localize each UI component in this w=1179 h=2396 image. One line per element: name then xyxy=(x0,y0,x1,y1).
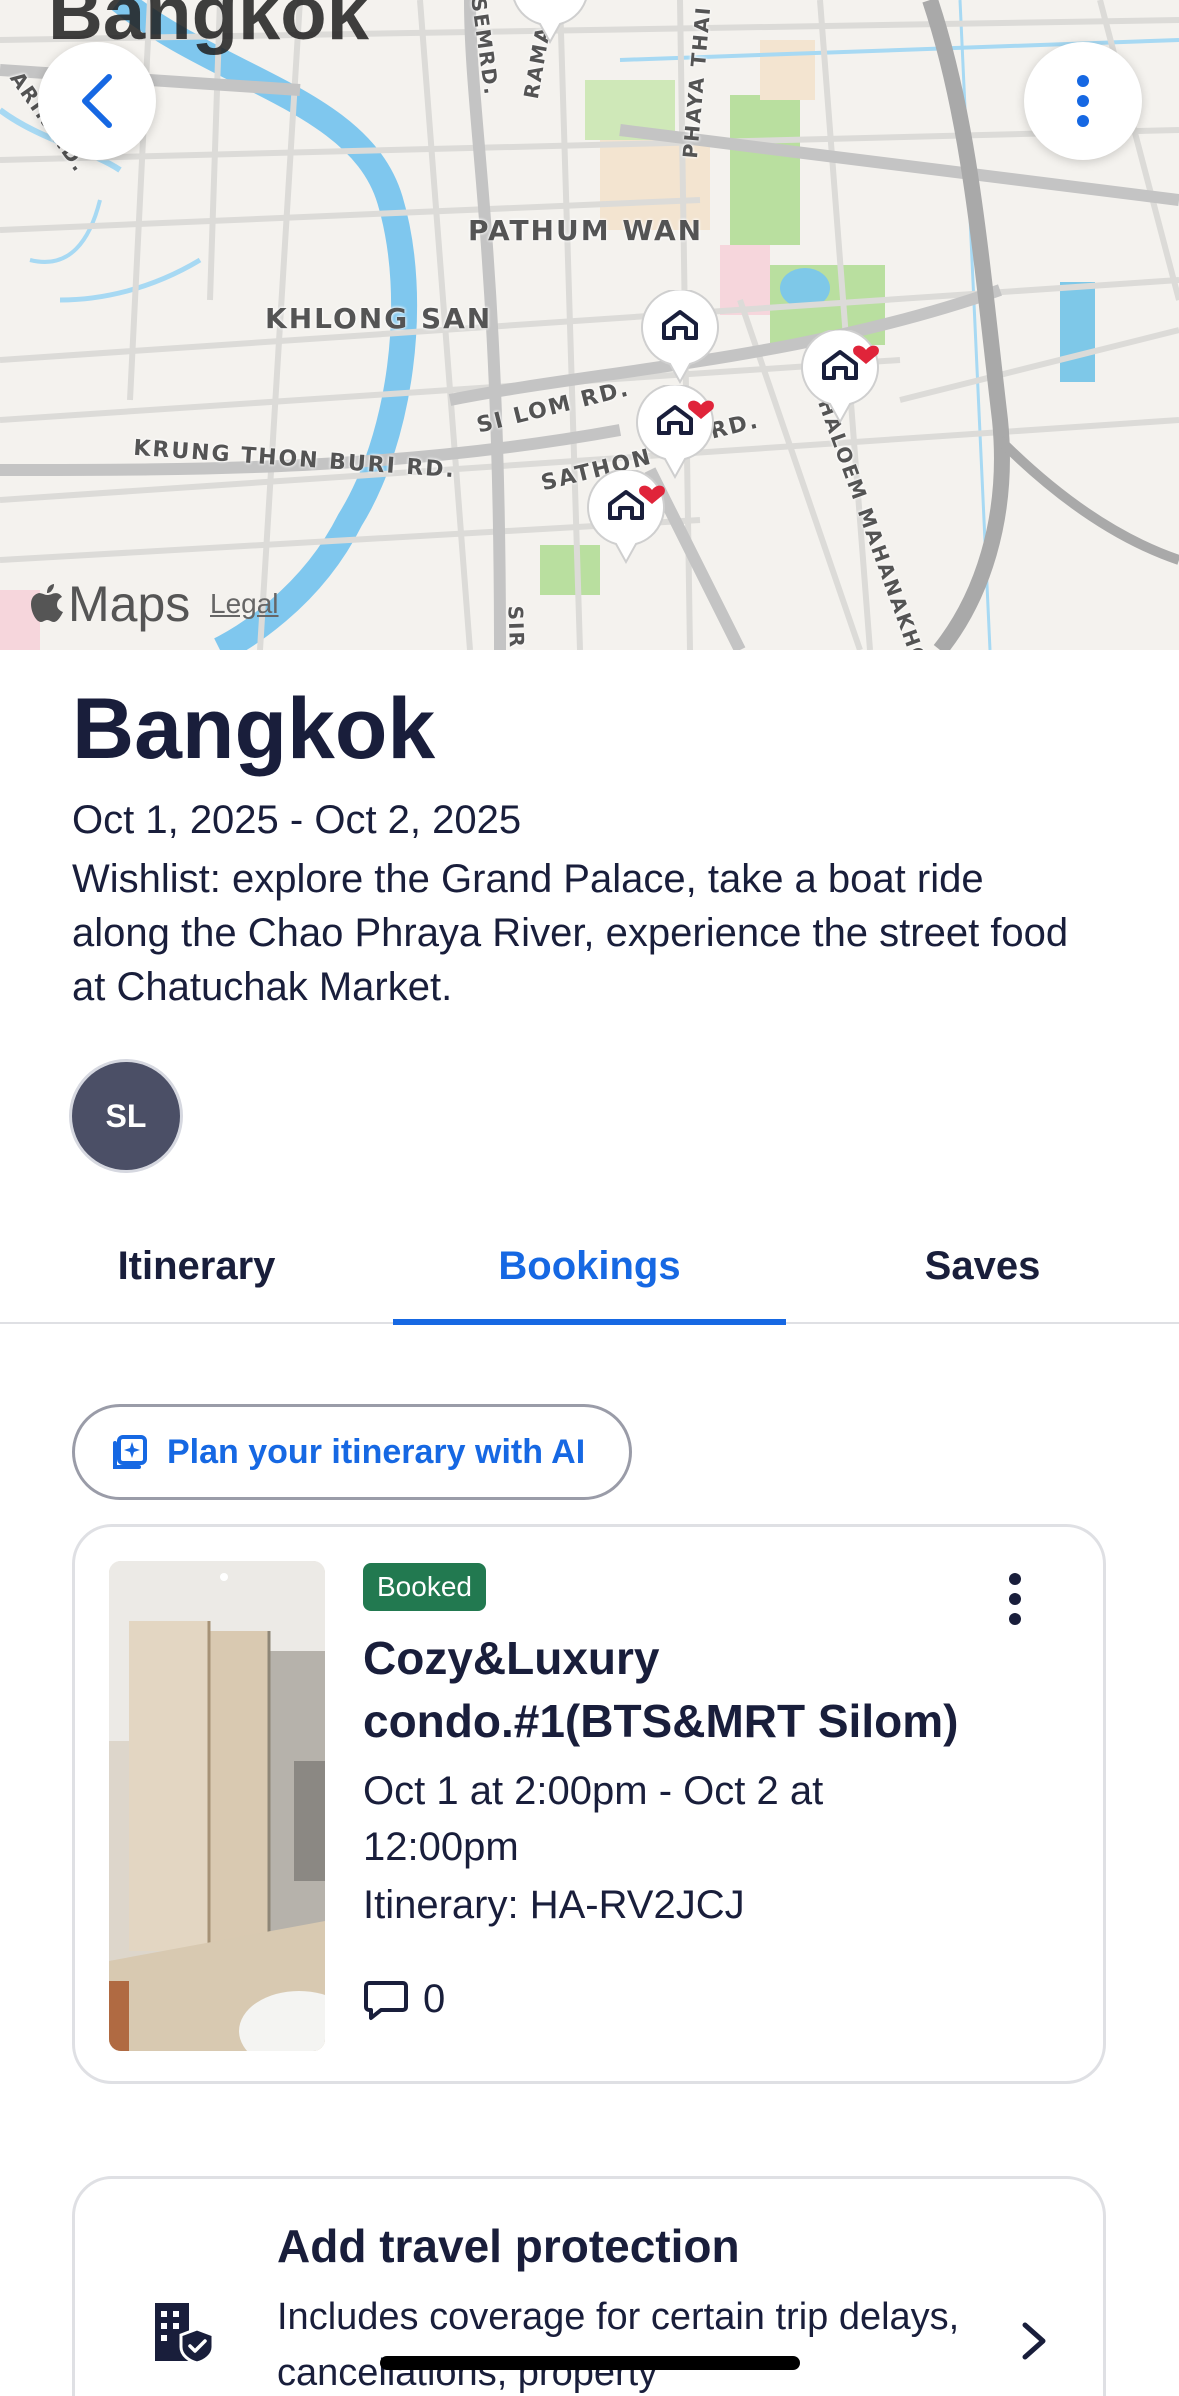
more-options-button[interactable] xyxy=(1024,42,1142,160)
avatar[interactable]: SL xyxy=(72,1062,180,1170)
trip-description: Wishlist: explore the Grand Palace, take… xyxy=(72,857,1069,1009)
maps-brand-label: Maps xyxy=(68,576,191,632)
home-pin-icon[interactable] xyxy=(635,385,715,481)
back-button[interactable] xyxy=(38,42,156,160)
trip-tabs: Itinerary Bookings Saves xyxy=(0,1210,1179,1325)
maps-brand: Maps xyxy=(30,575,190,633)
comment-count: 0 xyxy=(423,1977,446,2021)
building-shield-icon xyxy=(155,2303,215,2365)
comments-button[interactable]: 0 xyxy=(363,1977,445,2022)
home-pin-icon[interactable] xyxy=(586,470,666,566)
home-pin-icon[interactable] xyxy=(510,0,590,46)
apple-logo-icon xyxy=(31,584,63,622)
home-pin-icon[interactable] xyxy=(640,290,720,386)
tab-saves[interactable]: Saves xyxy=(786,1210,1179,1322)
more-vertical-icon[interactable] xyxy=(995,1569,1035,1629)
status-badge: Booked xyxy=(363,1563,486,1611)
home-indicator[interactable] xyxy=(380,2356,800,2370)
property-photo xyxy=(109,1561,325,2051)
maps-legal-link[interactable]: Legal xyxy=(210,588,279,620)
booking-property-name: Cozy&Luxury condo.#1(BTS&MRT Silom) xyxy=(363,1632,959,1747)
booking-itinerary-number: Itinerary: HA-RV2JCJ xyxy=(363,1883,745,1927)
chevron-right-icon xyxy=(1022,2322,1046,2360)
comment-icon xyxy=(364,1980,408,2020)
plan-itinerary-ai-label: Plan your itinerary with AI xyxy=(167,1432,586,1471)
avatar-initials: SL xyxy=(105,1097,147,1134)
trip-title: Bangkok xyxy=(72,681,436,777)
booking-stay-dates: Oct 1 at 2:00pm - Oct 2 at 12:00pm xyxy=(363,1769,824,1869)
ai-sparkle-icon xyxy=(113,1435,147,1469)
home-pin-icon[interactable] xyxy=(800,330,880,426)
map-label-pathum-wan: PATHUM WAN xyxy=(468,214,704,247)
map-view[interactable]: Bangkok PATHUM WAN KHLONG SAN KRUNG THON… xyxy=(0,0,1179,650)
chevron-left-icon xyxy=(82,74,112,128)
tab-itinerary[interactable]: Itinerary xyxy=(0,1210,393,1322)
map-label-siri: SIRI xyxy=(503,605,530,650)
booking-card[interactable]: Booked Cozy&Luxury condo.#1(BTS&MRT Silo… xyxy=(72,1524,1106,2084)
travel-protection-title: Add travel protection xyxy=(277,2220,740,2272)
travel-protection-description: Includes coverage for certain trip delay… xyxy=(277,2296,960,2394)
plan-itinerary-ai-button[interactable]: Plan your itinerary with AI xyxy=(72,1404,632,1500)
map-label-khlong-san: KHLONG SAN xyxy=(265,302,493,335)
more-vertical-icon xyxy=(1077,75,1089,127)
tab-bookings[interactable]: Bookings xyxy=(393,1210,786,1325)
trip-dates: Oct 1, 2025 - Oct 2, 2025 xyxy=(72,798,522,842)
